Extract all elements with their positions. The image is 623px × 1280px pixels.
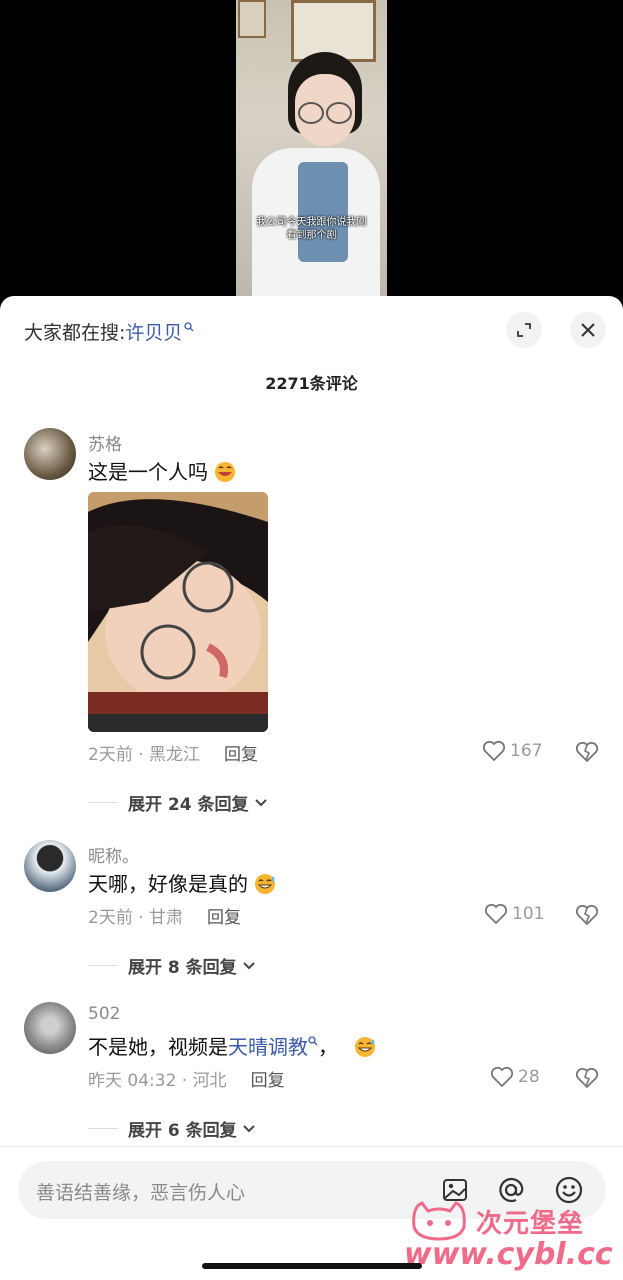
reply-button[interactable]: 回复	[251, 1066, 285, 1091]
avatar[interactable]	[24, 1002, 76, 1054]
watermark-text: 次元堡垒	[476, 1209, 585, 1239]
comment-count: 2271条评论	[265, 374, 358, 393]
like-count: 101	[512, 904, 545, 924]
like-button[interactable]: 167	[482, 740, 542, 762]
sweat-smile-emoji-icon	[355, 1036, 375, 1057]
broken-heart-icon[interactable]	[574, 903, 600, 927]
expand-icon	[517, 323, 531, 337]
reply-button[interactable]: 回复	[207, 903, 241, 928]
sweat-smile-emoji-icon	[255, 873, 275, 894]
close-icon	[581, 323, 595, 337]
trending-search[interactable]: 大家都在搜: 许贝贝	[24, 316, 194, 346]
home-indicator	[202, 1263, 422, 1269]
comment-username[interactable]: 苏格	[88, 430, 122, 455]
search-icon	[308, 1035, 318, 1045]
close-button[interactable]	[570, 312, 606, 348]
heart-icon	[484, 903, 508, 925]
broken-heart-icon[interactable]	[574, 740, 600, 764]
expand-replies[interactable]: 展开 24 条回复	[88, 790, 269, 815]
video-subtitle: 我公司今天我跟你说我刚 看到那个剧	[256, 217, 367, 241]
heart-icon	[490, 1066, 514, 1088]
expand-replies[interactable]: 展开 8 条回复	[88, 953, 257, 978]
comment-text: 天哪，好像是真的	[88, 868, 278, 897]
chevron-down-icon	[242, 961, 255, 969]
expand-button[interactable]	[506, 312, 542, 348]
like-button[interactable]: 28	[490, 1066, 540, 1088]
chevron-down-icon	[242, 1124, 255, 1132]
search-icon	[184, 322, 194, 332]
comment-meta: 2天前 · 甘肃 回复	[88, 903, 241, 928]
comment-time: 2天前 · 甘肃	[88, 908, 184, 928]
avatar[interactable]	[24, 428, 76, 480]
chevron-down-icon	[254, 798, 267, 806]
comment-text: 这是一个人吗	[88, 456, 238, 485]
comment-sheet: 大家都在搜: 许贝贝 2271条评论 苏格 这是一个人吗 2天前 · 黑龙江 回…	[0, 296, 623, 1280]
broken-heart-icon[interactable]	[574, 1066, 600, 1090]
wall-frame	[238, 0, 266, 38]
watermark-url: www.cybl.cc	[404, 1237, 613, 1272]
comment-time: 2天前 · 黑龙江	[88, 745, 201, 765]
reply-button[interactable]: 回复	[224, 740, 258, 765]
divider	[88, 802, 118, 803]
input-placeholder: 善语结善缘，恶言伤人心	[36, 1182, 246, 1204]
video-player[interactable]: 我公司今天我跟你说我刚 看到那个剧	[0, 0, 623, 298]
avatar[interactable]	[24, 840, 76, 892]
comment-composer: 善语结善缘，恶言伤人心 次元堡垒 www.cybl.cc	[0, 1146, 623, 1280]
comment-meta: 2天前 · 黑龙江 回复	[88, 740, 258, 765]
watermark: 次元堡垒 www.cybl.cc	[404, 1197, 614, 1280]
comment-time: 昨天 04:32 · 河北	[88, 1071, 227, 1091]
comment-image[interactable]	[88, 492, 268, 732]
search-term-link[interactable]: 许贝贝	[125, 318, 182, 345]
heart-icon	[482, 740, 506, 762]
cat-logo-icon	[412, 1201, 466, 1241]
divider	[88, 1128, 118, 1129]
comment-username[interactable]: 502	[88, 1004, 120, 1024]
comment-meta: 昨天 04:32 · 河北 回复	[88, 1066, 285, 1091]
search-prefix: 大家都在搜:	[24, 321, 126, 344]
hashtag-link[interactable]: 天晴调教	[228, 1031, 308, 1060]
video-frame[interactable]: 我公司今天我跟你说我刚 看到那个剧	[236, 0, 387, 298]
like-count: 28	[518, 1067, 540, 1087]
comment-text: 不是她，视频是 天晴调教 ，	[88, 1031, 378, 1060]
comment-username[interactable]: 昵称。	[88, 842, 139, 867]
laughing-emoji-icon	[215, 461, 235, 482]
video-person	[250, 52, 382, 298]
expand-replies[interactable]: 展开 6 条回复	[88, 1116, 257, 1141]
like-count: 167	[510, 741, 543, 761]
divider	[88, 965, 118, 966]
like-button[interactable]: 101	[484, 903, 544, 925]
